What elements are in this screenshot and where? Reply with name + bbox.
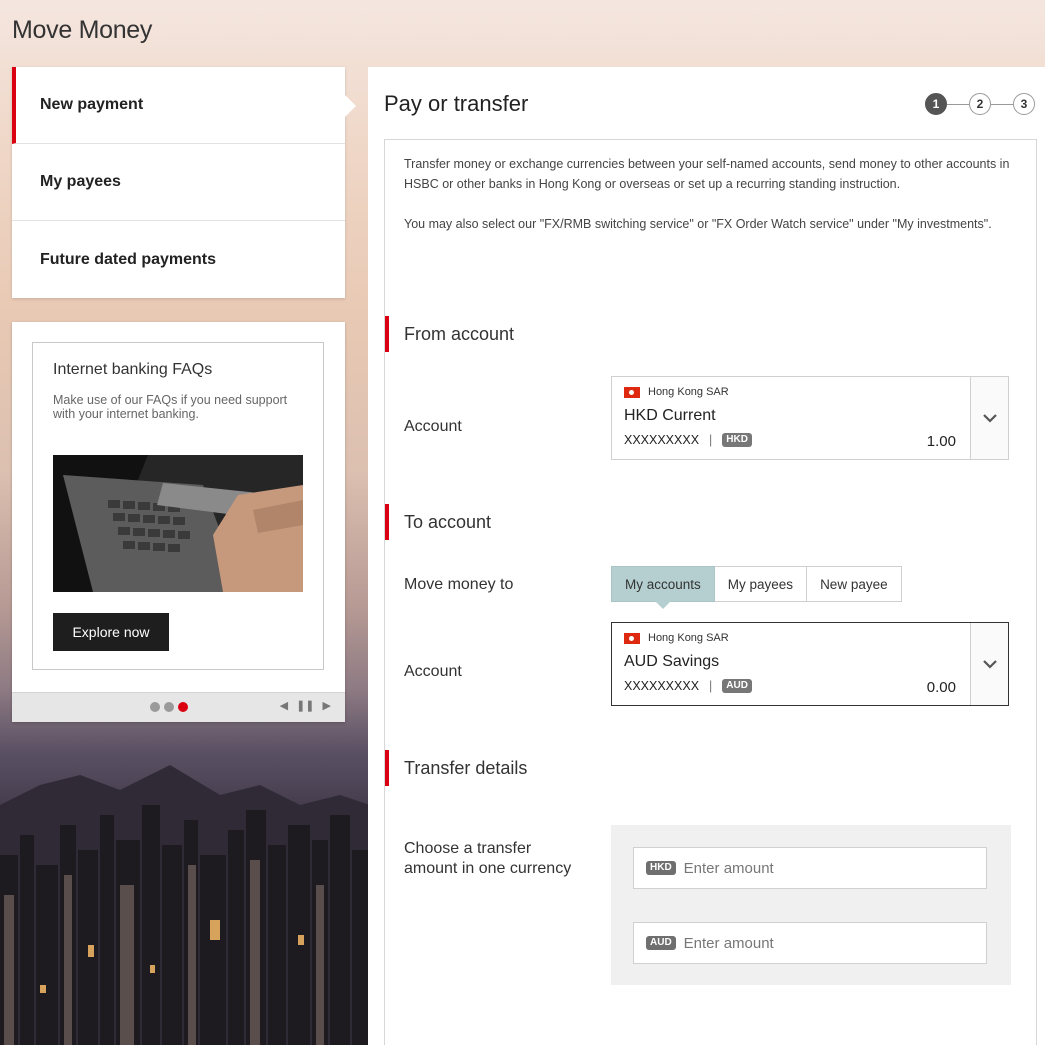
carousel-controls: ◀ ❚❚ ▶ — [12, 692, 345, 722]
step-connector — [991, 103, 1013, 105]
from-account-label: Account — [404, 418, 462, 435]
move-money-to-label: Move money to — [404, 576, 514, 593]
account-name: AUD Savings — [624, 653, 720, 670]
to-account-select[interactable]: Hong Kong SAR AUD Savings XXXXXXXXX | AU… — [611, 622, 1009, 706]
account-number: XXXXXXXXX — [624, 679, 700, 693]
separator: | — [709, 679, 713, 693]
chevron-down-icon[interactable] — [970, 377, 1008, 459]
nav-item-new-payment[interactable]: New payment — [12, 67, 356, 144]
destination-toggle: My accounts My payees New payee — [611, 566, 902, 609]
separator: | — [709, 433, 713, 447]
nav-item-future-dated-payments[interactable]: Future dated payments — [12, 221, 345, 298]
tab-new-payee[interactable]: New payee — [807, 566, 902, 602]
intro-paragraph: You may also select our "FX/RMB switchin… — [404, 217, 992, 231]
page-title: Move Money — [12, 16, 153, 44]
tab-my-accounts[interactable]: My accounts — [611, 566, 715, 609]
currency-badge: AUD — [722, 679, 752, 693]
promo-content: Internet banking FAQs Make use of our FA… — [32, 342, 324, 670]
nav-item-my-payees[interactable]: My payees — [12, 144, 345, 221]
pay-or-transfer-title: Pay or transfer — [384, 91, 529, 116]
aud-amount-field[interactable]: AUD — [633, 922, 987, 964]
account-balance: 1.00 — [926, 433, 956, 450]
carousel-dot[interactable] — [150, 702, 160, 712]
account-number-row: XXXXXXXXX | HKD — [624, 433, 752, 447]
main-panel: Pay or transfer 1 2 3 Transfer money or … — [368, 67, 1045, 1045]
account-region: Hong Kong SAR — [624, 386, 729, 398]
currency-badge: HKD — [722, 433, 752, 447]
step-3: 3 — [1013, 93, 1035, 115]
amount-panel: HKD AUD — [611, 825, 1011, 985]
carousel-dot-active[interactable] — [178, 702, 188, 712]
hkd-amount-field[interactable]: HKD — [633, 847, 987, 889]
prev-icon[interactable]: ◀ — [280, 699, 288, 712]
step-connector — [947, 103, 969, 105]
chevron-down-icon[interactable] — [970, 623, 1008, 705]
step-1: 1 — [925, 93, 947, 115]
hong-kong-flag-icon — [624, 632, 640, 644]
currency-badge: HKD — [646, 861, 676, 875]
account-balance: 0.00 — [926, 679, 956, 696]
promo-card: Internet banking FAQs Make use of our FA… — [12, 322, 345, 722]
carousel-dot[interactable] — [164, 702, 174, 712]
account-region: Hong Kong SAR — [624, 632, 729, 644]
carousel-nav: ◀ ❚❚ ▶ — [280, 699, 331, 712]
explore-now-button[interactable]: Explore now — [53, 613, 169, 651]
promo-text: Make use of our FAQs if you need support… — [53, 393, 288, 421]
left-nav: New payment My payees Future dated payme… — [12, 67, 356, 298]
intro-text: Transfer money or exchange currencies be… — [404, 154, 1019, 234]
next-icon[interactable]: ▶ — [323, 699, 331, 712]
aud-amount-input[interactable] — [683, 934, 964, 952]
to-account-heading: To account — [385, 504, 491, 540]
pause-icon[interactable]: ❚❚ — [296, 699, 314, 712]
step-indicator: 1 2 3 — [925, 93, 1035, 115]
account-number: XXXXXXXXX — [624, 433, 700, 447]
account-number-row: XXXXXXXXX | AUD — [624, 679, 752, 693]
tab-my-payees[interactable]: My payees — [714, 566, 808, 602]
transfer-amount-label: Choose a transfer amount in one currency — [404, 840, 572, 877]
promo-title: Internet banking FAQs — [53, 361, 213, 378]
hong-kong-flag-icon — [624, 386, 640, 398]
transfer-form: Transfer money or exchange currencies be… — [384, 139, 1037, 1045]
step-2: 2 — [969, 93, 991, 115]
intro-paragraph: Transfer money or exchange currencies be… — [404, 157, 1010, 191]
carousel-dots — [150, 702, 188, 712]
laptop-card-image — [53, 455, 303, 592]
hkd-amount-input[interactable] — [683, 859, 964, 877]
city-skyline-background — [0, 745, 370, 1045]
from-account-heading: From account — [385, 316, 514, 352]
currency-badge: AUD — [646, 936, 676, 950]
to-account-label: Account — [404, 663, 462, 680]
account-name: HKD Current — [624, 407, 716, 424]
from-account-select[interactable]: Hong Kong SAR HKD Current XXXXXXXXX | HK… — [611, 376, 1009, 460]
transfer-details-heading: Transfer details — [385, 750, 527, 786]
